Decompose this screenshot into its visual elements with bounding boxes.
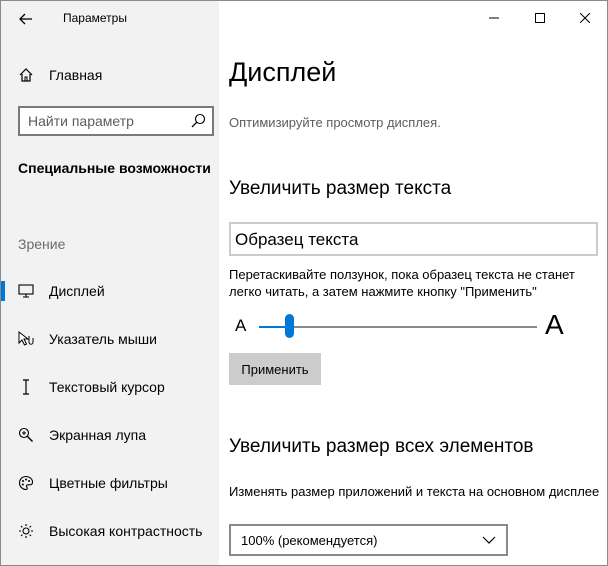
scale-dropdown[interactable]: 100% (рекомендуется) (229, 524, 508, 556)
app-title: Параметры (63, 11, 127, 25)
color-palette-icon (17, 474, 35, 492)
maximize-icon (535, 13, 545, 23)
apply-button[interactable]: Применить (229, 353, 321, 385)
section-heading: Специальные возможности (18, 160, 211, 176)
page-subtitle: Оптимизируйте просмотр дисплея. (229, 115, 441, 130)
page-title: Дисплей (229, 57, 337, 87)
active-indicator (1, 281, 5, 301)
brightness-icon (17, 522, 35, 540)
main-content: Дисплей Оптимизируйте просмотр дисплея. … (219, 1, 607, 565)
sidebar-item-label: Дисплей (49, 283, 105, 299)
sidebar-item-label: Указатель мыши (49, 331, 157, 347)
chevron-down-icon (482, 536, 496, 544)
search-icon[interactable] (190, 113, 206, 129)
titlebar-left: Параметры (1, 1, 219, 37)
sidebar-item-magnifier[interactable]: Экранная лупа (1, 415, 219, 455)
text-size-description: Перетаскивайте ползунок, пока образец те… (229, 267, 575, 299)
minimize-button[interactable] (471, 1, 517, 35)
scale-heading: Увеличить размер всех элементов (229, 436, 534, 457)
home-icon (17, 66, 35, 84)
back-arrow-icon (19, 13, 32, 25)
search-input[interactable] (28, 111, 188, 131)
sample-text-box: Образец текста (229, 222, 598, 256)
text-size-heading: Увеличить размер текста (229, 178, 452, 199)
sidebar-item-home[interactable]: Главная (1, 55, 219, 95)
magnifier-icon (17, 426, 35, 444)
back-button[interactable] (13, 7, 39, 31)
minimize-icon (489, 17, 499, 19)
sidebar-item-text-cursor[interactable]: Текстовый курсор (1, 367, 219, 407)
sidebar-item-label: Цветные фильтры (49, 475, 168, 491)
sidebar-item-display[interactable]: Дисплей (1, 271, 219, 311)
slider-max-label: A (545, 309, 564, 340)
maximize-button[interactable] (517, 1, 563, 35)
text-cursor-icon (17, 378, 35, 396)
monitor-icon (17, 282, 35, 300)
sidebar-item-label: Высокая контрастность (49, 523, 203, 539)
close-icon (580, 13, 590, 23)
sidebar: Параметры Главная Специальные возможност… (1, 1, 219, 565)
sidebar-item-label: Главная (49, 67, 103, 83)
group-label: Зрение (18, 236, 66, 252)
scale-description: Изменять размер приложений и текста на о… (229, 484, 600, 499)
text-size-slider-track[interactable] (259, 326, 537, 328)
sidebar-item-label: Экранная лупа (49, 427, 147, 443)
sidebar-item-mouse-pointer[interactable]: Указатель мыши (1, 319, 219, 359)
sidebar-item-color-filters[interactable]: Цветные фильтры (1, 463, 219, 503)
search-box[interactable] (18, 106, 214, 136)
close-button[interactable] (562, 1, 607, 35)
settings-window: Параметры Главная Специальные возможност… (0, 0, 608, 566)
mouse-pointer-icon (17, 330, 35, 348)
sidebar-item-high-contrast[interactable]: Высокая контрастность (1, 511, 219, 551)
sidebar-item-label: Текстовый курсор (49, 379, 165, 395)
slider-min-label: A (235, 316, 247, 335)
text-size-slider-thumb[interactable] (285, 314, 295, 338)
scale-dropdown-value: 100% (рекомендуется) (241, 533, 378, 548)
